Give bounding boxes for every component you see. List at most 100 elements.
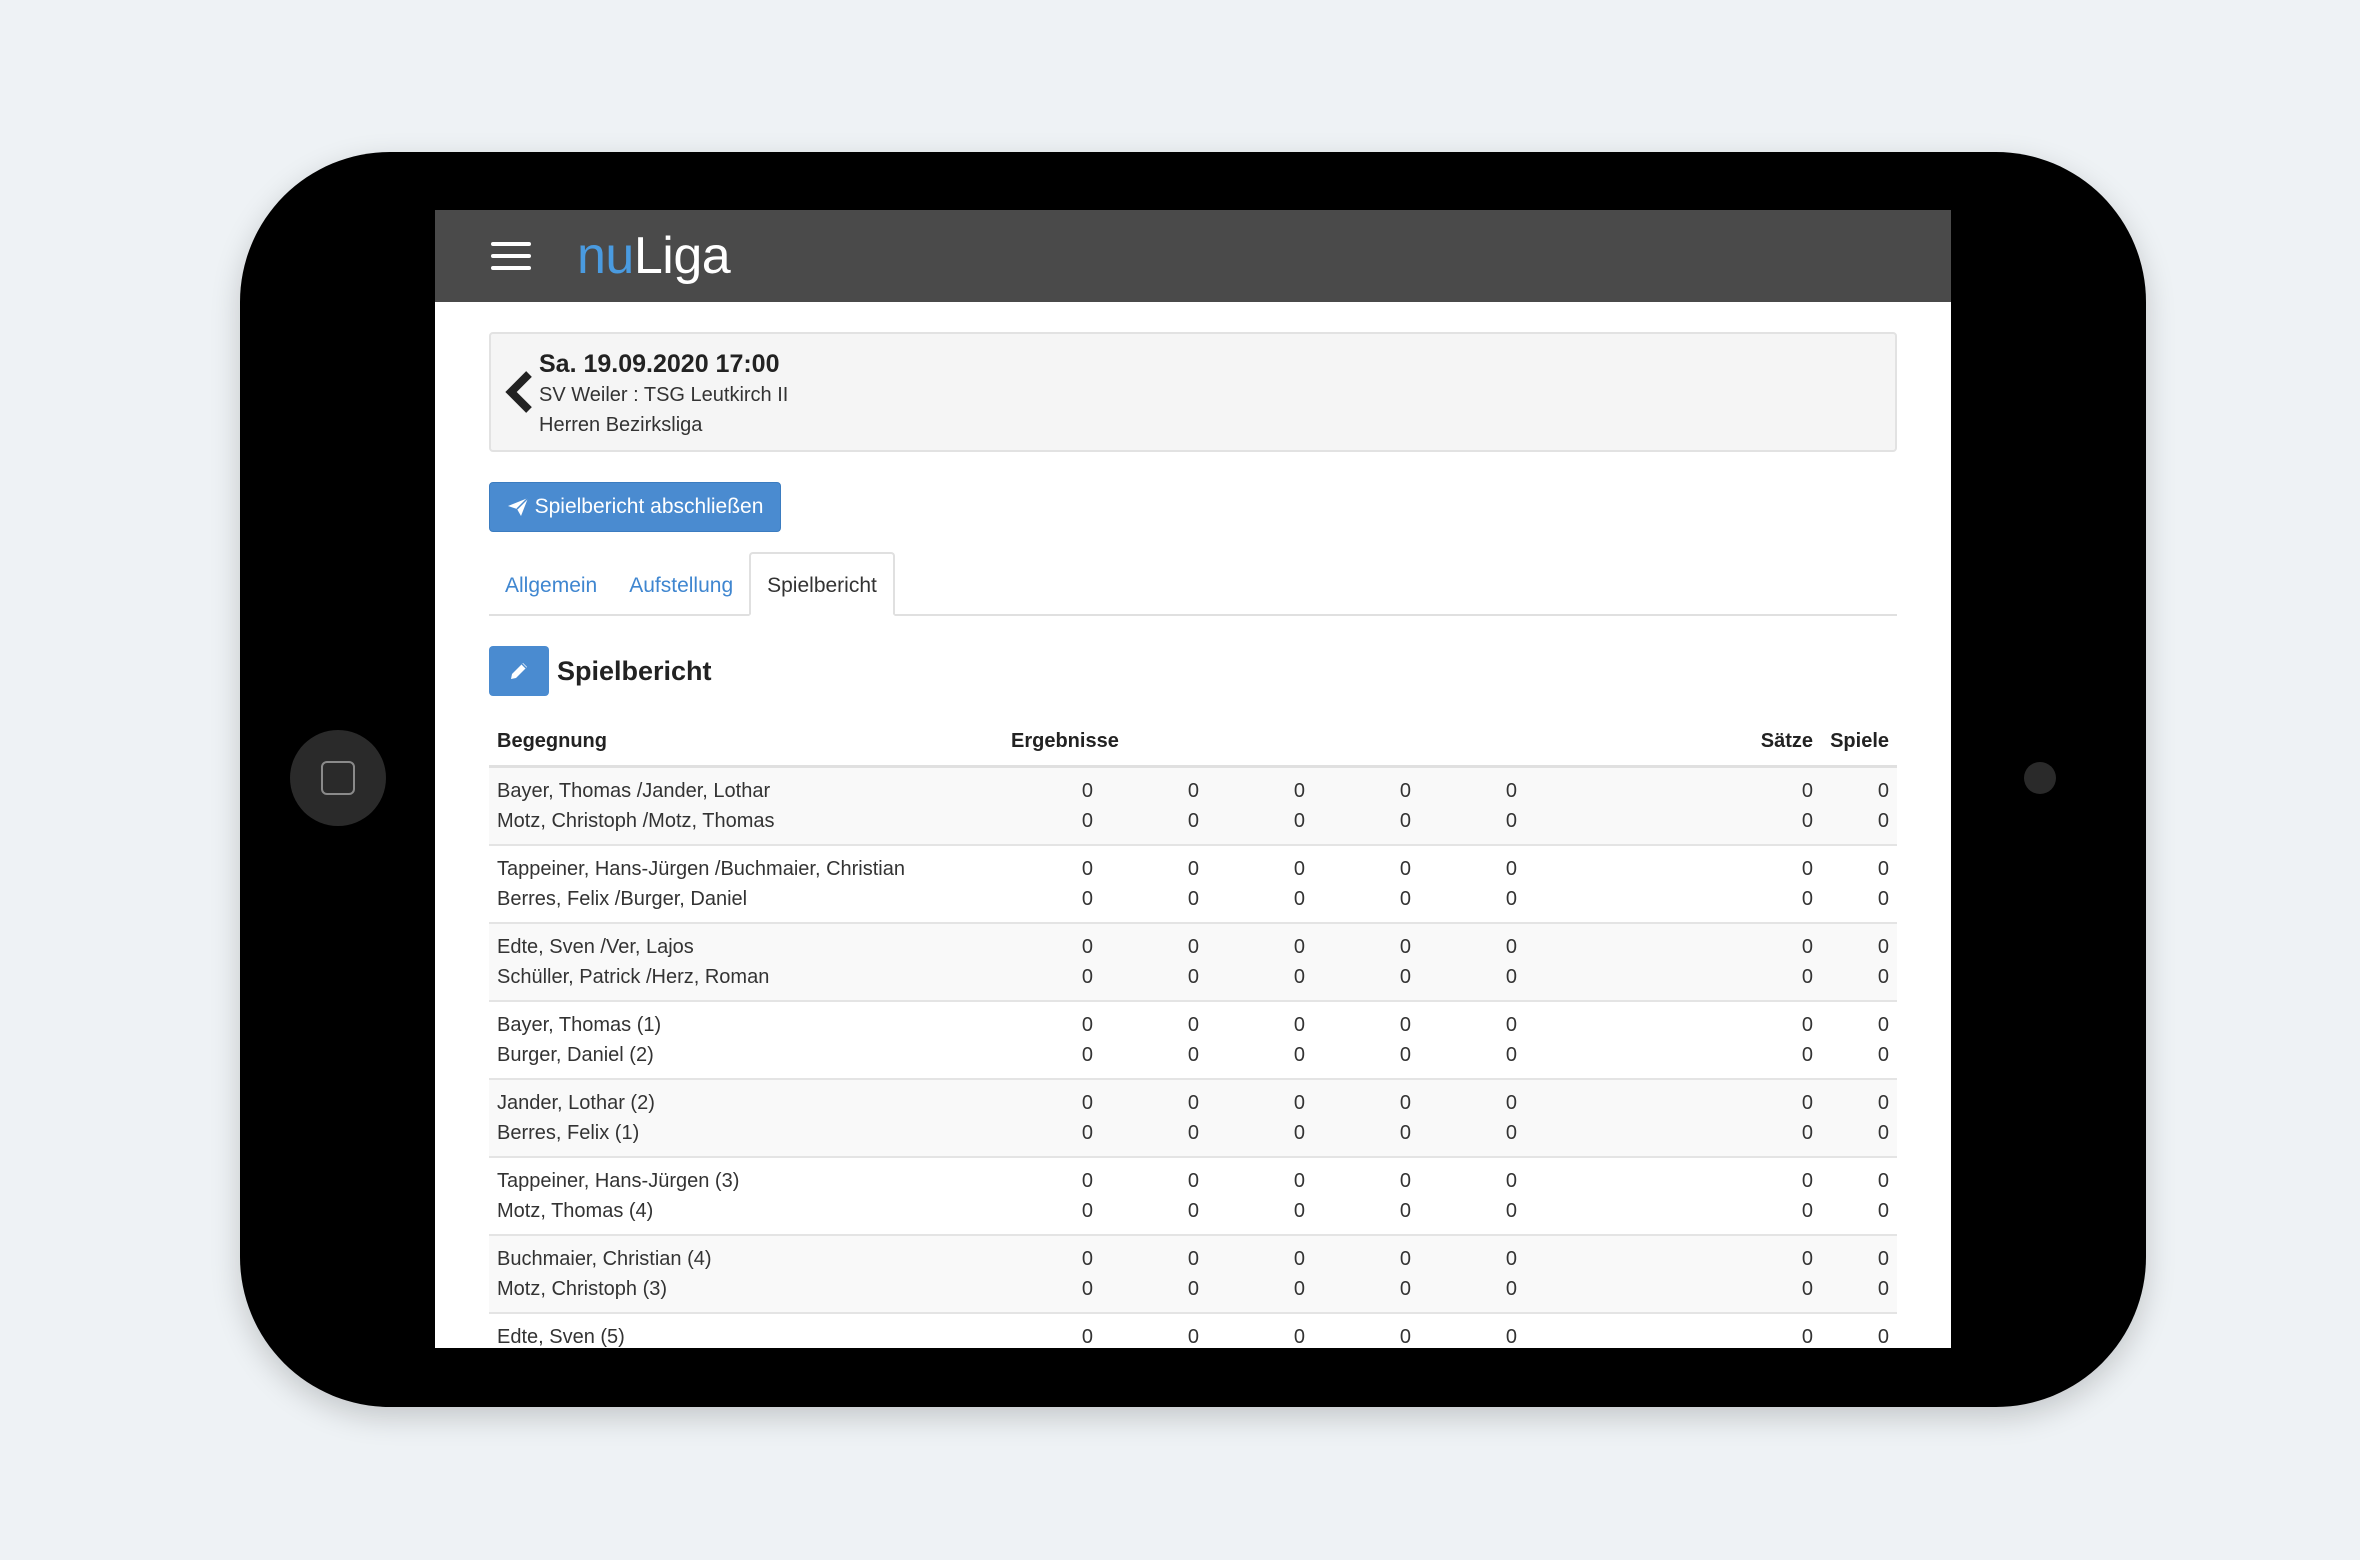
- spacer-cell: [1525, 1234, 1751, 1274]
- result-cell: 0: [1419, 1078, 1525, 1118]
- games-cell: 0: [1821, 806, 1897, 845]
- spacer-cell: [1525, 1196, 1751, 1235]
- result-cell: 0: [1187, 1200, 1199, 1222]
- table-row: Motz, Thomas (4) 0 0 0 0 0 0 0: [489, 1196, 1897, 1235]
- spacer-cell: [1525, 884, 1751, 923]
- result-cell: 0: [1505, 1200, 1517, 1222]
- games-cell: 0: [1821, 1000, 1897, 1040]
- brand-logo[interactable]: nuLiga: [577, 226, 731, 286]
- header-sets: Sätze: [1751, 730, 1821, 768]
- home-square-icon: [321, 761, 355, 795]
- tab-aufstellung[interactable]: Aufstellung: [613, 552, 749, 614]
- result-cell: 0: [1207, 1274, 1313, 1313]
- result-cell: 0: [1313, 1156, 1419, 1196]
- match-header: Sa. 19.09.2020 17:00 SV Weiler : TSG Leu…: [489, 332, 1897, 452]
- result-cell: 0: [1101, 1234, 1207, 1274]
- match-group[interactable]: Tappeiner, Hans-Jürgen (3) 0 0 0 0 0 0 0 Motz, T…: [489, 1156, 1897, 1235]
- result-cell: 0: [1419, 806, 1525, 845]
- result-cell: 0: [1101, 1000, 1207, 1040]
- games-cell: 0: [1821, 1312, 1897, 1348]
- result-cell: 0: [1293, 1044, 1305, 1066]
- result-cell: 0: [1313, 806, 1419, 845]
- brand-nu: nu: [577, 227, 634, 285]
- result-cell: 0: [1293, 888, 1305, 910]
- player-name: Buchmaier, Christian (4): [489, 1234, 1003, 1274]
- sets-cell: 0: [1801, 1200, 1813, 1222]
- match-teams: SV Weiler : TSG Leutkirch II: [539, 384, 789, 406]
- match-group[interactable]: Bayer, Thomas (1) 0 0 0 0 0 0 0 Burger, Daniel (…: [489, 1000, 1897, 1079]
- player-name: Motz, Thomas (4): [497, 1200, 654, 1222]
- spacer-cell: [1525, 1156, 1751, 1196]
- sets-cell: 0: [1751, 1078, 1821, 1118]
- games-cell: 0: [1821, 1234, 1897, 1274]
- games-cell: 0: [1877, 1200, 1889, 1222]
- match-group[interactable]: Bayer, Thomas /Jander, Lothar 0 0 0 0 0 0 0 Motz…: [489, 766, 1897, 845]
- result-cell: 0: [1081, 1044, 1093, 1066]
- player-name: Motz, Christoph /Motz, Thomas: [489, 806, 1003, 845]
- tab-spielbericht[interactable]: Spielbericht: [749, 552, 895, 616]
- result-cell: 0: [1003, 806, 1101, 845]
- player-name: Berres, Felix (1): [489, 1118, 1003, 1157]
- tab-allgemein[interactable]: Allgemein: [489, 552, 613, 614]
- player-name: Bayer, Thomas /Jander, Lothar: [489, 766, 1003, 806]
- result-cell: 0: [1003, 844, 1101, 884]
- table-row: Buchmaier, Christian (4) 0 0 0 0 0 0 0: [489, 1234, 1897, 1274]
- tab-bar: Allgemein Aufstellung Spielbericht: [489, 552, 1897, 616]
- match-group[interactable]: Buchmaier, Christian (4) 0 0 0 0 0 0 0 Motz, Chr…: [489, 1234, 1897, 1313]
- result-cell: 0: [1003, 1118, 1101, 1157]
- result-cell: 0: [1505, 1044, 1517, 1066]
- edit-button[interactable]: [489, 646, 549, 696]
- result-cell: 0: [1313, 1312, 1419, 1348]
- match-group[interactable]: Tappeiner, Hans-Jürgen /Buchmaier, Chris…: [489, 844, 1897, 923]
- match-group[interactable]: Edte, Sven (5) 0 0 0 0 0 0 0: [489, 1312, 1897, 1348]
- result-cell: 0: [1207, 1234, 1313, 1274]
- spacer-cell: [1525, 962, 1751, 1001]
- result-cell: 0: [1207, 962, 1313, 1001]
- home-button[interactable]: [290, 730, 386, 826]
- games-cell: 0: [1821, 922, 1897, 962]
- result-cell: 0: [1081, 1200, 1093, 1222]
- result-cell: 0: [1101, 1078, 1207, 1118]
- result-cell: 0: [1313, 1234, 1419, 1274]
- result-cell: 0: [1101, 922, 1207, 962]
- sets-cell: 0: [1751, 844, 1821, 884]
- main-content: Sa. 19.09.2020 17:00 SV Weiler : TSG Leu…: [435, 302, 1951, 1348]
- finish-report-button[interactable]: Spielbericht abschließen: [489, 482, 781, 532]
- games-cell: 0: [1821, 1118, 1897, 1157]
- result-cell: 0: [1101, 1274, 1207, 1313]
- camera-icon: [2024, 762, 2056, 794]
- section-header: Spielbericht: [489, 646, 1897, 696]
- spacer-cell: [1525, 1078, 1751, 1118]
- result-cell: 0: [1419, 1000, 1525, 1040]
- player-name: Burger, Daniel (2): [497, 1044, 654, 1066]
- table-row: Berres, Felix /Burger, Daniel 0 0 0 0 0 0 0: [489, 884, 1897, 923]
- player-name: Motz, Christoph (3): [489, 1274, 1003, 1313]
- match-date: Sa. 19.09.2020 17:00: [539, 350, 780, 378]
- table-row: Motz, Christoph (3) 0 0 0 0 0 0 0: [489, 1274, 1897, 1313]
- games-cell: 0: [1821, 1156, 1897, 1196]
- section-title: Spielbericht: [557, 655, 712, 686]
- games-cell: 0: [1821, 766, 1897, 806]
- spacer-cell: [1525, 1312, 1751, 1348]
- result-cell: 0: [1101, 1156, 1207, 1196]
- match-group[interactable]: Edte, Sven /Ver, Lajos 0 0 0 0 0 0 0 Schüller, P…: [489, 922, 1897, 1001]
- result-cell: 0: [1419, 1234, 1525, 1274]
- hamburger-menu-icon[interactable]: [491, 242, 531, 270]
- result-cell: 0: [1003, 1078, 1101, 1118]
- header-results: Ergebnisse: [1003, 730, 1751, 768]
- back-chevron-icon[interactable]: [505, 370, 535, 414]
- screen: nuLiga Sa. 19.09.2020 17:00 SV Weiler : …: [435, 210, 1951, 1348]
- table-row: Motz, Christoph /Motz, Thomas 0 0 0 0 0 0 0: [489, 806, 1897, 845]
- table-row: Tappeiner, Hans-Jürgen /Buchmaier, Chris…: [489, 844, 1897, 884]
- result-cell: 0: [1399, 1200, 1411, 1222]
- result-cell: 0: [1313, 1118, 1419, 1157]
- match-group[interactable]: Jander, Lothar (2) 0 0 0 0 0 0 0 Berres, Felix (…: [489, 1078, 1897, 1157]
- spacer-cell: [1525, 1118, 1751, 1157]
- sets-cell: 0: [1751, 1312, 1821, 1348]
- send-icon: [507, 497, 529, 516]
- player-name: Tappeiner, Hans-Jürgen (3): [489, 1156, 1003, 1196]
- player-name: Schüller, Patrick /Herz, Roman: [489, 962, 1003, 1001]
- result-cell: 0: [1399, 888, 1411, 910]
- result-cell: 0: [1293, 1200, 1305, 1222]
- sets-cell: 0: [1801, 1044, 1813, 1066]
